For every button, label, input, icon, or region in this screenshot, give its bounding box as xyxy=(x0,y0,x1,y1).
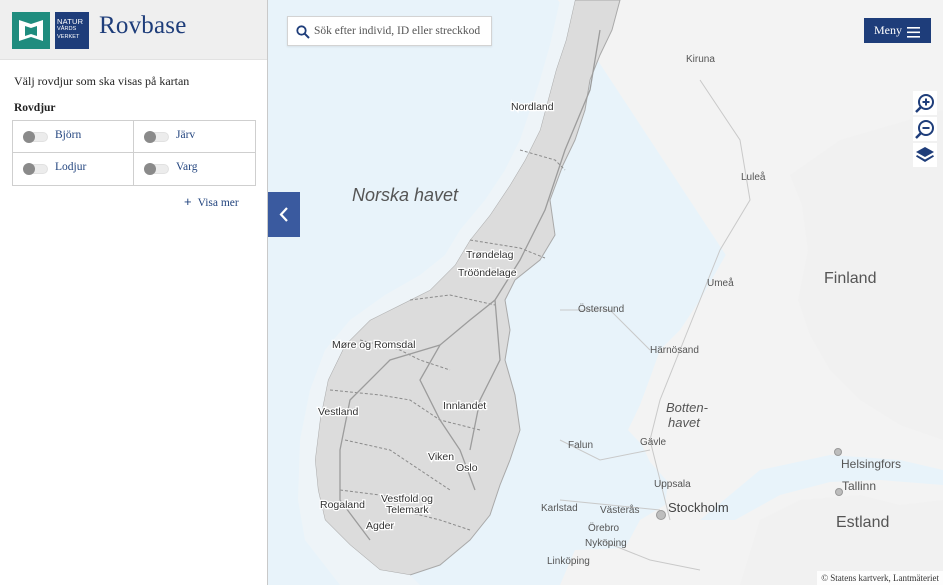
stockholm-marker xyxy=(656,510,666,520)
rovbase-logo xyxy=(12,12,50,49)
zoom-in-button[interactable] xyxy=(913,91,937,115)
region-label: Oslo xyxy=(456,462,478,474)
region-label: Innlandet xyxy=(443,400,486,412)
city-label: Umeå xyxy=(707,277,734,289)
city-label: Luleå xyxy=(741,171,766,183)
predator-toggle-lodjur[interactable]: Lodjur xyxy=(13,153,134,185)
chevron-left-icon xyxy=(279,207,288,222)
zoom-out-button[interactable] xyxy=(913,117,937,141)
layers-icon xyxy=(916,147,934,162)
region-label: Vestland xyxy=(318,406,358,418)
show-more-label: Visa mer xyxy=(197,197,239,209)
bothnian-sea-label-line1: Botten- xyxy=(666,400,709,415)
zoom-in-icon xyxy=(915,94,934,113)
city-label: Linköping xyxy=(547,556,590,567)
region-label: Møre og Romsdal xyxy=(332,339,415,351)
region-label: Agder xyxy=(366,520,395,532)
city-label: Karlstad xyxy=(541,503,578,514)
show-more-link[interactable]: + Visa mer xyxy=(184,194,239,209)
app-title: Rovbase xyxy=(99,12,187,39)
search-icon xyxy=(296,25,310,44)
predator-label: Varg xyxy=(176,161,198,173)
city-label: Gävle xyxy=(640,437,667,448)
toggle-switch[interactable] xyxy=(23,163,48,175)
hamburger-icon xyxy=(907,25,920,43)
region-label: Trøndelag xyxy=(466,249,514,261)
city-label: Västerås xyxy=(600,504,639,516)
naturvardsverket-logo: NATUR VÅRDS VERKET xyxy=(55,12,89,49)
finland-label: Finland xyxy=(824,270,876,287)
map-canvas[interactable]: Norska havet Botten- havet Finland Estla… xyxy=(268,0,943,585)
predator-toggle-varg[interactable]: Varg xyxy=(134,153,255,185)
group-title: Rovdjur xyxy=(14,102,56,114)
city-label: Härnösand xyxy=(650,345,699,356)
toggle-switch[interactable] xyxy=(144,163,169,175)
predator-toggle-jarv[interactable]: Järv xyxy=(134,121,255,153)
city-label: Uppsala xyxy=(654,479,691,490)
city-label: Östersund xyxy=(578,303,624,315)
predator-label: Björn xyxy=(55,129,82,141)
layers-button[interactable] xyxy=(913,143,937,167)
tallinn-marker xyxy=(835,488,843,496)
norwegian-sea-label: Norska havet xyxy=(352,185,459,205)
region-label: Telemark xyxy=(386,504,429,516)
norway-landmass xyxy=(314,0,621,576)
city-label: Stockholm xyxy=(668,500,729,515)
zoom-out-icon xyxy=(915,120,934,139)
brand-header: NATUR VÅRDS VERKET Rovbase xyxy=(0,0,267,60)
city-label: Örebro xyxy=(588,522,620,534)
menu-button[interactable]: Meny xyxy=(864,18,931,43)
toggle-switch[interactable] xyxy=(23,131,48,143)
sidebar: NATUR VÅRDS VERKET Rovbase Välj rovdjur … xyxy=(0,0,268,585)
predator-label: Järv xyxy=(176,129,196,141)
predator-label: Lodjur xyxy=(55,161,87,173)
city-label: Kiruna xyxy=(686,54,715,65)
predator-toggle-bjorn[interactable]: Björn xyxy=(13,121,134,153)
city-label: Tallinn xyxy=(842,479,876,493)
city-label: Nyköping xyxy=(585,538,627,549)
search-input[interactable] xyxy=(314,22,490,40)
region-label: Trööndelage xyxy=(458,267,517,279)
city-label: Helsingfors xyxy=(841,457,901,471)
collapse-sidebar-button[interactable] xyxy=(268,192,300,237)
region-label: Viken xyxy=(428,451,454,463)
map-attribution: © Statens kartverk, Lantmäteriet xyxy=(817,571,943,585)
menu-label: Meny xyxy=(874,23,902,37)
predator-grid: Björn Järv Lodjur Varg xyxy=(12,120,256,186)
toggle-switch[interactable] xyxy=(144,131,169,143)
plus-icon: + xyxy=(184,194,192,209)
bothnian-sea-label-line2: havet xyxy=(668,415,701,430)
helsingfors-marker xyxy=(834,448,842,456)
region-label: Rogaland xyxy=(320,499,365,511)
search-box[interactable] xyxy=(287,16,492,46)
region-label: Nordland xyxy=(511,101,554,113)
city-label: Falun xyxy=(568,440,593,451)
estonia-label: Estland xyxy=(836,514,889,531)
intro-text: Välj rovdjur som ska visas på kartan xyxy=(14,74,190,88)
